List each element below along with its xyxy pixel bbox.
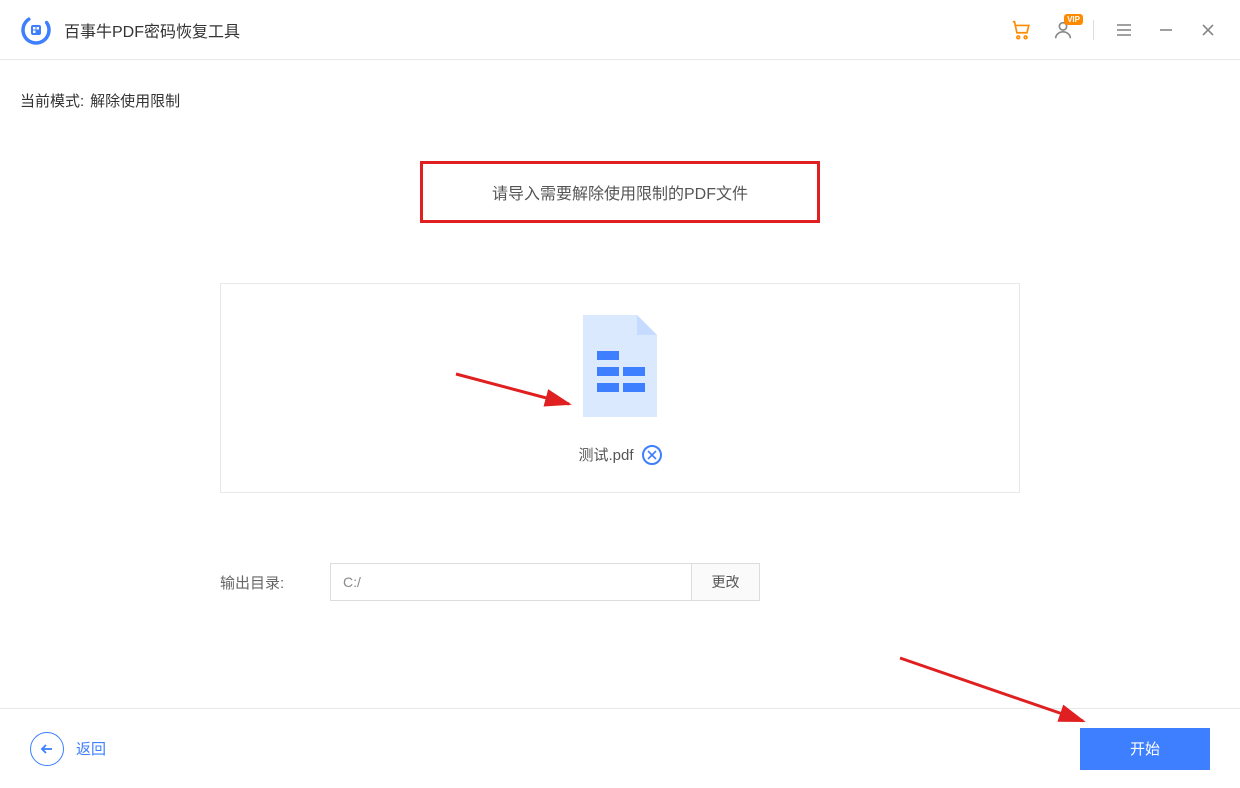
file-dropzone[interactable]: 测试.pdf — [220, 283, 1020, 493]
cart-icon[interactable] — [1009, 18, 1033, 42]
instruction-text: 请导入需要解除使用限制的PDF文件 — [492, 186, 748, 203]
arrow-annotation-icon — [451, 369, 581, 419]
user-icon[interactable]: VIP — [1051, 18, 1075, 42]
titlebar-left: 百事牛PDF密码恢复工具 — [20, 14, 240, 46]
start-button[interactable]: 开始 — [1080, 728, 1210, 770]
change-btn-label: 更改 — [712, 572, 740, 592]
close-icon[interactable] — [1196, 18, 1220, 42]
app-title: 百事牛PDF密码恢复工具 — [64, 18, 240, 42]
output-row: 输出目录: 更改 — [220, 563, 1020, 601]
remove-file-icon[interactable] — [642, 445, 662, 465]
file-row: 测试.pdf — [578, 444, 661, 465]
minimize-icon[interactable] — [1154, 18, 1178, 42]
document-icon — [575, 311, 665, 426]
file-name: 测试.pdf — [578, 444, 633, 465]
mode-label: 当前模式: — [20, 90, 84, 111]
vip-badge: VIP — [1064, 14, 1083, 25]
back-button[interactable]: 返回 — [30, 732, 106, 766]
content: 当前模式: 解除使用限制 请导入需要解除使用限制的PDF文件 测试.pdf — [0, 60, 1240, 708]
output-label: 输出目录: — [220, 572, 310, 593]
mode-value: 解除使用限制 — [90, 90, 180, 111]
app-logo — [20, 14, 52, 46]
titlebar: 百事牛PDF密码恢复工具 VIP — [0, 0, 1240, 60]
footer: 返回 开始 — [0, 708, 1240, 788]
change-output-button[interactable]: 更改 — [691, 564, 759, 600]
output-path-wrap: 更改 — [330, 563, 760, 601]
output-path-input[interactable] — [331, 564, 691, 600]
menu-icon[interactable] — [1112, 18, 1136, 42]
divider — [1093, 20, 1094, 40]
back-label: 返回 — [76, 738, 106, 759]
instruction-box: 请导入需要解除使用限制的PDF文件 — [420, 161, 820, 223]
start-label: 开始 — [1130, 738, 1160, 759]
titlebar-right: VIP — [1009, 18, 1220, 42]
mode-row: 当前模式: 解除使用限制 — [20, 90, 1220, 111]
back-arrow-icon — [30, 732, 64, 766]
